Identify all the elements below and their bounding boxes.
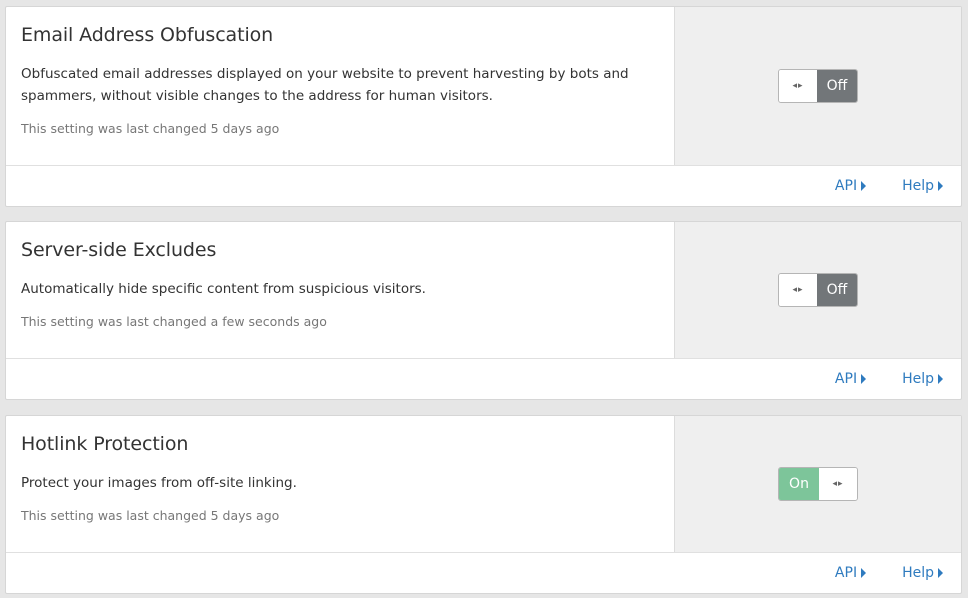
card-title: Hotlink Protection — [21, 433, 189, 455]
card-title: Server-side Excludes — [21, 239, 217, 261]
card-title: Email Address Obfuscation — [21, 24, 274, 46]
api-link-label: API — [834, 178, 858, 194]
toggle-handle-icon[interactable]: ◂▸ — [779, 70, 817, 102]
toggle-handle-icon[interactable]: ◂▸ — [819, 468, 857, 500]
help-link[interactable]: Help — [902, 178, 943, 194]
caret-right-icon — [938, 181, 943, 191]
help-link[interactable]: Help — [902, 565, 943, 581]
toggle-state[interactable]: Off — [817, 274, 857, 306]
card-description: Automatically hide specific content from… — [21, 281, 426, 297]
caret-right-icon — [861, 568, 867, 578]
help-link-label: Help — [902, 178, 934, 194]
api-link-label: API — [834, 371, 858, 387]
last-changed: This setting was last changed 5 days ago — [21, 121, 280, 136]
api-link[interactable]: API — [834, 371, 867, 387]
caret-right-icon — [938, 568, 943, 578]
caret-right-icon — [861, 181, 867, 191]
last-changed: This setting was last changed 5 days ago — [21, 508, 280, 523]
help-link[interactable]: Help — [902, 371, 943, 387]
card-hotlink-protection: Hotlink Protection Protect your images f… — [5, 415, 962, 594]
card-description: Protect your images from off-site linkin… — [21, 475, 297, 491]
last-changed: This setting was last changed a few seco… — [21, 314, 327, 329]
api-link[interactable]: API — [834, 178, 867, 194]
help-link-label: Help — [902, 565, 934, 581]
hotlink-protection-toggle[interactable]: On ◂▸ — [778, 467, 858, 501]
card-description: Obfuscated email addresses displayed on … — [21, 66, 629, 104]
server-side-excludes-toggle[interactable]: ◂▸ Off — [778, 273, 858, 307]
api-link[interactable]: API — [834, 565, 867, 581]
card-server-side-excludes: Server-side Excludes Automatically hide … — [5, 221, 962, 400]
card-email-obfuscation: Email Address Obfuscation Obfuscated ema… — [5, 6, 962, 207]
caret-right-icon — [861, 374, 867, 384]
api-link-label: API — [834, 565, 858, 581]
toggle-state[interactable]: Off — [817, 70, 857, 102]
help-link-label: Help — [902, 371, 934, 387]
toggle-state[interactable]: On — [779, 468, 819, 500]
caret-right-icon — [938, 374, 943, 384]
toggle-handle-icon[interactable]: ◂▸ — [779, 274, 817, 306]
email-obfuscation-toggle[interactable]: ◂▸ Off — [778, 69, 858, 103]
